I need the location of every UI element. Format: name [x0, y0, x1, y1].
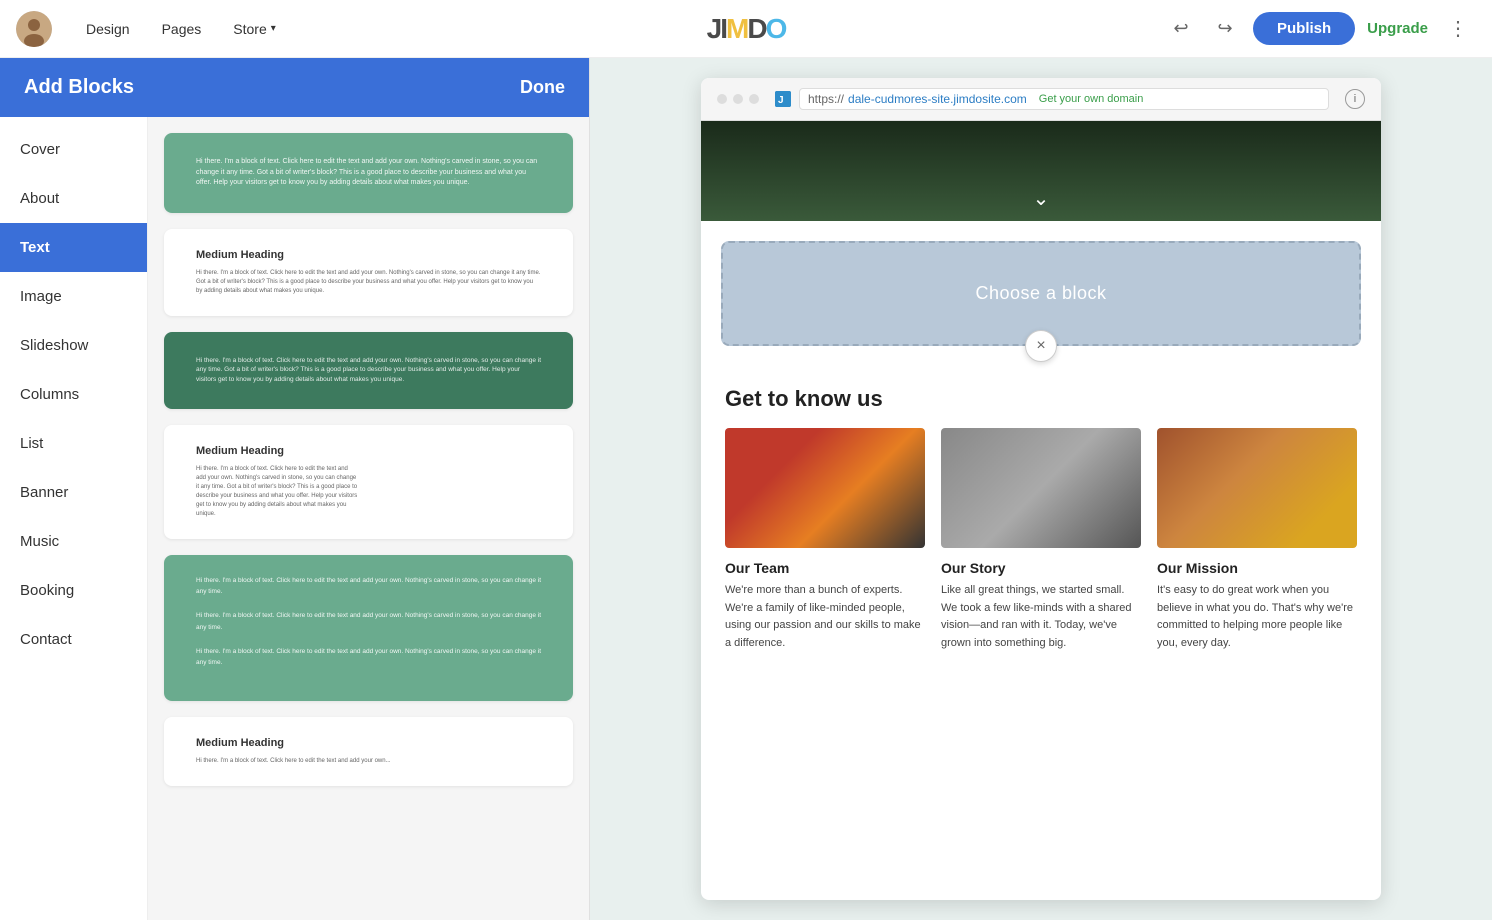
store-chevron-icon: ▾ — [271, 23, 276, 34]
column-heading: Our Team — [725, 560, 925, 576]
sidebar-item-columns[interactable]: Columns — [0, 370, 147, 419]
text-block-dark-green[interactable]: Hi there. I'm a block of text. Click her… — [164, 332, 573, 409]
nav-pages[interactable]: Pages — [148, 15, 216, 43]
get-domain-link[interactable]: Get your own domain — [1039, 93, 1144, 105]
block-categories-nav: Cover About Text Image Slideshow Columns… — [0, 117, 148, 920]
upgrade-button[interactable]: Upgrade — [1367, 20, 1428, 37]
block-preview-text: Hi there. I'm a block of text. Click her… — [196, 757, 541, 766]
blocks-panel: Hi there. I'm a block of text. Click her… — [148, 117, 589, 920]
user-avatar[interactable] — [16, 11, 52, 47]
svg-text:J: J — [778, 95, 784, 106]
url-prefix: https:// — [808, 92, 844, 106]
done-button[interactable]: Done — [520, 77, 565, 98]
team-image — [725, 428, 925, 548]
team-columns-grid: Our Team We're more than a bunch of expe… — [725, 428, 1357, 652]
sidebar-item-booking[interactable]: Booking — [0, 566, 147, 615]
browser-url-bar[interactable]: https:// dale-cudmores-site.jimdosite.co… — [799, 88, 1329, 110]
nav-links: Design Pages Store ▾ — [72, 15, 290, 43]
jimdo-logo: JIMDO — [707, 13, 786, 45]
logo-area: JIMDO — [707, 13, 786, 45]
choose-block-label: Choose a block — [975, 283, 1106, 303]
column-text: It's easy to do great work when you beli… — [1157, 582, 1357, 652]
block-heading: Medium Heading — [196, 249, 541, 261]
nav-right: ↩ ↪ Publish Upgrade ⋮ — [1165, 12, 1476, 45]
undo-button[interactable]: ↩ — [1165, 13, 1197, 45]
column-text: We're more than a bunch of experts. We'r… — [725, 582, 925, 652]
block-preview-text: Hi there. I'm a block of text. Click her… — [196, 465, 359, 519]
nav-design[interactable]: Design — [72, 15, 144, 43]
url-domain: dale-cudmores-site.jimdosite.com — [848, 92, 1027, 106]
sidebar-body: Cover About Text Image Slideshow Columns… — [0, 117, 589, 920]
block-heading: Medium Heading — [196, 445, 359, 457]
hero-image: ⌄ — [701, 121, 1381, 221]
browser-window: J https:// dale-cudmores-site.jimdosite.… — [701, 78, 1381, 900]
sidebar-item-cover[interactable]: Cover — [0, 125, 147, 174]
sidebar-item-about[interactable]: About — [0, 174, 147, 223]
block-heading: Medium Heading — [196, 737, 541, 749]
site-content: ⌄ Choose a block × Get to know us — [701, 121, 1381, 682]
sidebar-title: Add Blocks — [24, 76, 134, 99]
browser-info-button[interactable]: i — [1345, 89, 1365, 109]
publish-button[interactable]: Publish — [1253, 12, 1355, 45]
text-block-white-heading-2[interactable]: Medium Heading Hi there. I'm a block of … — [164, 717, 573, 786]
story-image — [941, 428, 1141, 548]
column-text: Like all great things, we started small.… — [941, 582, 1141, 652]
column-heading: Our Mission — [1157, 560, 1357, 576]
browser-dot-yellow — [733, 94, 743, 104]
sidebar-item-contact[interactable]: Contact — [0, 615, 147, 664]
website-preview-area: J https:// dale-cudmores-site.jimdosite.… — [590, 58, 1492, 920]
nav-store[interactable]: Store ▾ — [219, 15, 290, 43]
block-preview-text-3: Hi there. I'm a block of text. Click her… — [196, 646, 541, 669]
block-preview-text-2: Hi there. I'm a block of text. Click her… — [196, 610, 541, 633]
sidebar-item-slideshow[interactable]: Slideshow — [0, 321, 147, 370]
sidebar-item-image[interactable]: Image — [0, 272, 147, 321]
add-blocks-sidebar: Add Blocks Done Cover About Text Image S… — [0, 58, 590, 920]
redo-button[interactable]: ↪ — [1209, 13, 1241, 45]
column-our-story: Our Story Like all great things, we star… — [941, 428, 1141, 652]
block-preview-text-1: Hi there. I'm a block of text. Click her… — [196, 575, 541, 598]
text-block-white-heading[interactable]: Medium Heading Hi there. I'm a block of … — [164, 229, 573, 316]
block-preview-text: Hi there. I'm a block of text. Click her… — [196, 356, 541, 385]
browser-favicon: J — [775, 91, 791, 107]
column-our-team: Our Team We're more than a bunch of expe… — [725, 428, 925, 652]
browser-bar: J https:// dale-cudmores-site.jimdosite.… — [701, 78, 1381, 121]
close-block-button[interactable]: × — [1025, 330, 1057, 362]
sidebar-item-banner[interactable]: Banner — [0, 468, 147, 517]
choose-block-section: Choose a block × — [701, 221, 1381, 366]
browser-dot-green — [749, 94, 759, 104]
block-preview-text: Hi there. I'm a block of text. Click her… — [196, 269, 541, 296]
mission-image — [1157, 428, 1357, 548]
column-heading: Our Story — [941, 560, 1141, 576]
text-block-green[interactable]: Hi there. I'm a block of text. Click her… — [164, 133, 573, 213]
section-title: Get to know us — [725, 386, 1357, 412]
get-to-know-section: Get to know us Our Team We're more than … — [701, 366, 1381, 682]
browser-dot-red — [717, 94, 727, 104]
sidebar-item-music[interactable]: Music — [0, 517, 147, 566]
main-layout: Add Blocks Done Cover About Text Image S… — [0, 58, 1492, 920]
column-our-mission: Our Mission It's easy to do great work w… — [1157, 428, 1357, 652]
hero-scroll-chevron-icon: ⌄ — [1033, 186, 1050, 211]
sidebar-item-text[interactable]: Text — [0, 223, 147, 272]
text-block-2col[interactable]: Medium Heading Hi there. I'm a block of … — [164, 425, 573, 539]
sidebar-header: Add Blocks Done — [0, 58, 589, 117]
close-icon: × — [1036, 337, 1045, 355]
sidebar-item-list[interactable]: List — [0, 419, 147, 468]
text-block-green-multi[interactable]: Hi there. I'm a block of text. Click her… — [164, 555, 573, 701]
block-preview-text: Hi there. I'm a block of text. Click her… — [196, 157, 541, 189]
more-options-button[interactable]: ⋮ — [1440, 12, 1476, 45]
top-navigation: Design Pages Store ▾ JIMDO ↩ ↪ Publish U… — [0, 0, 1492, 58]
browser-traffic-lights — [717, 94, 759, 104]
